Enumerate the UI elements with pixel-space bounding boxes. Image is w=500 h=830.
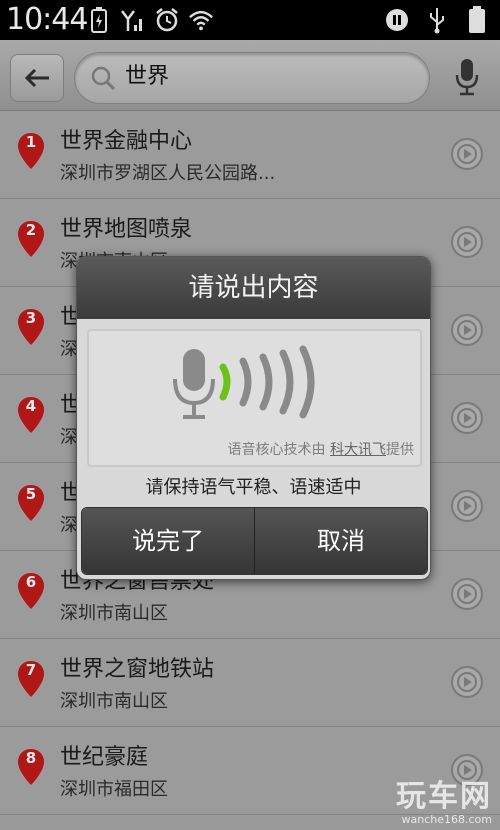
credit-brand-link[interactable]: 科大讯飞 (330, 442, 386, 458)
voice-search-button[interactable] (450, 52, 484, 102)
result-address: 深圳市南山区 (60, 603, 168, 624)
voicemail-icon (384, 6, 410, 34)
status-bar: 10:44 (0, 0, 500, 40)
result-index: 8 (25, 749, 37, 767)
navigate-icon[interactable] (450, 401, 484, 435)
result-index: 1 (25, 133, 37, 151)
result-index: 5 (25, 485, 37, 503)
result-index: 2 (25, 221, 37, 239)
credit-prefix: 语音核心技术由 (227, 442, 326, 458)
credit-suffix: 提供 (386, 442, 414, 458)
done-button[interactable]: 说完了 (82, 508, 254, 574)
voice-panel: 语音核心技术由 科大讯飞提供 (87, 329, 422, 467)
voice-input-dialog: 请说出内容 语音核心技术由 科大讯飞提供 请保持语气平稳、语速适中 说完了 取消 (76, 256, 431, 580)
alarm-icon (154, 6, 180, 34)
wifi-icon (188, 6, 214, 34)
dialog-title: 请说出内容 (77, 257, 430, 319)
watermark-url: wanche168.com (401, 813, 492, 826)
navigate-icon[interactable] (450, 489, 484, 523)
navigate-icon[interactable] (450, 577, 484, 611)
battery-icon (86, 6, 112, 34)
signal-icon (120, 6, 146, 34)
result-index: 7 (25, 661, 37, 679)
result-address: 深圳市南山区 (60, 691, 168, 712)
back-arrow-icon (24, 68, 49, 88)
result-title: 世界地图喷泉 (60, 217, 193, 242)
result-title: 世界之窗地铁站 (60, 657, 215, 682)
watermark: 玩车网 wanche168.com (396, 771, 492, 826)
status-time: 10:44 (6, 2, 88, 37)
tech-credit: 语音核心技术由 科大讯飞提供 (228, 439, 414, 459)
navigate-icon[interactable] (450, 665, 484, 699)
search-toolbar: 世界 (0, 40, 500, 111)
battery-full-icon (464, 6, 490, 34)
cancel-button[interactable]: 取消 (254, 508, 427, 574)
usb-icon (424, 6, 450, 34)
voice-wave-icon (173, 345, 315, 419)
result-index: 3 (25, 309, 37, 327)
dialog-hint: 请保持语气平稳、语速适中 (145, 477, 362, 498)
result-address: 深圳市罗湖区人民公园路... (60, 163, 276, 184)
back-button[interactable] (10, 54, 64, 102)
result-index: 6 (25, 573, 37, 591)
navigate-icon[interactable] (450, 137, 484, 171)
microphone-icon (455, 59, 479, 96)
dialog-buttons: 说完了 取消 (81, 507, 428, 575)
search-query: 世界 (125, 64, 170, 89)
navigate-icon[interactable] (450, 225, 484, 259)
result-title: 世纪豪庭 (60, 745, 149, 770)
search-input[interactable]: 世界 (74, 52, 430, 104)
watermark-logo: 玩车网 (396, 779, 492, 814)
result-index: 4 (25, 397, 37, 415)
result-list-item[interactable]: 1 世界金融中心 深圳市罗湖区人民公园路... (0, 111, 500, 199)
result-list-item[interactable]: 7 世界之窗地铁站 深圳市南山区 (0, 639, 500, 727)
result-title: 世界金融中心 (60, 129, 193, 154)
navigate-icon[interactable] (450, 313, 484, 347)
search-icon (91, 66, 116, 91)
result-address: 深圳市福田区 (60, 779, 168, 800)
